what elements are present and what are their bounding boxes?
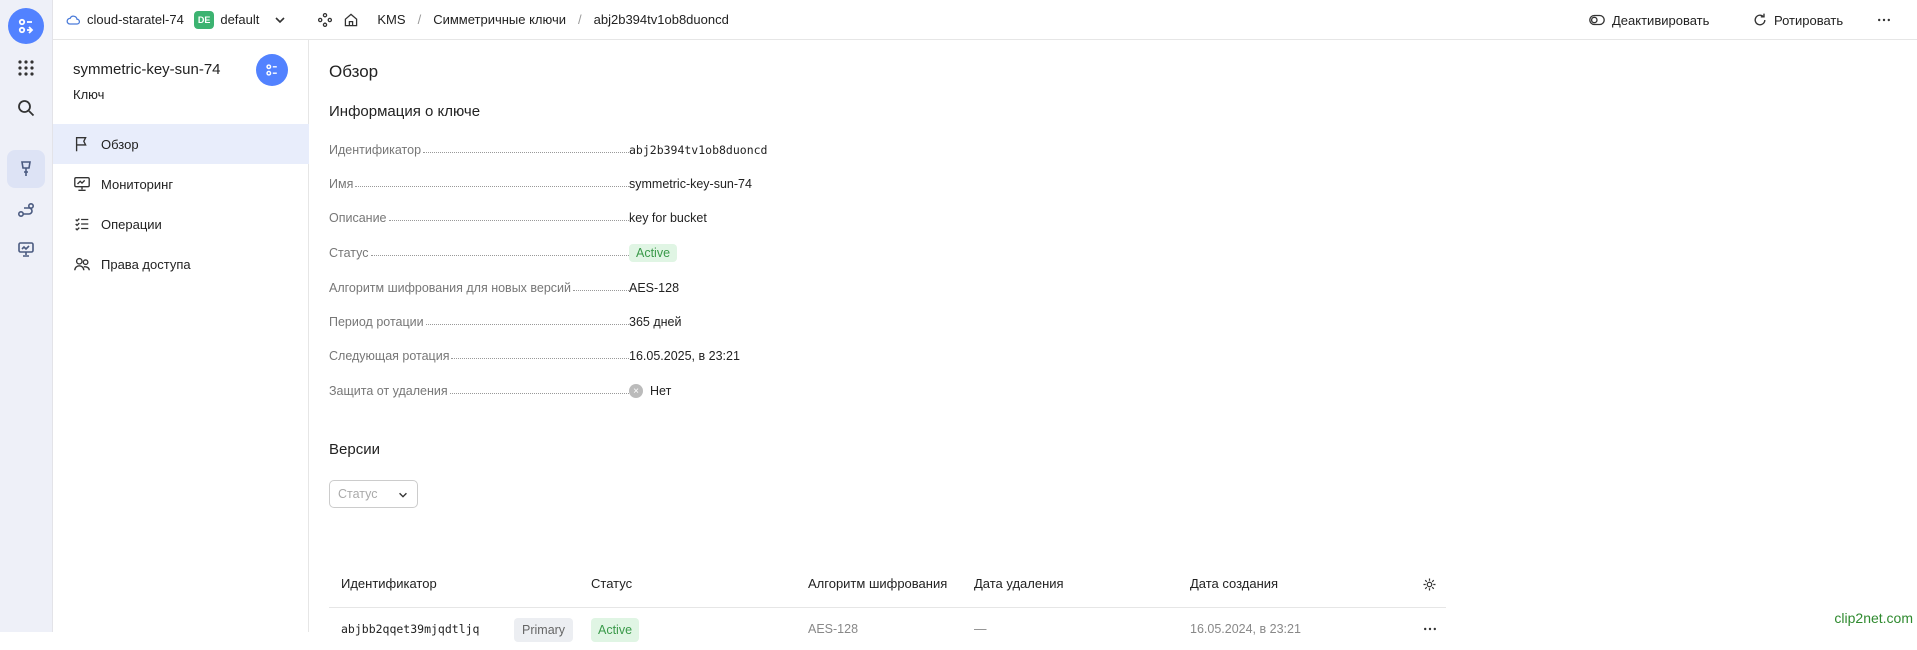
search-icon[interactable]: [7, 89, 45, 127]
monitor-icon: [73, 175, 91, 193]
monitoring-icon[interactable]: [7, 230, 45, 268]
info-row-name: Имя symmetric-key-sun-74: [329, 174, 889, 194]
col-status[interactable]: Статус: [591, 560, 632, 608]
flag-icon: [73, 135, 91, 153]
people-icon: [73, 255, 91, 273]
ellipsis-icon: [1422, 622, 1438, 636]
toggle-icon: [1588, 11, 1606, 29]
algorithm-value: AES-128: [629, 281, 679, 295]
key-description-value: key for bucket: [629, 211, 707, 225]
info-row-next-rotation: Следующая ротация 16.05.2025, в 23:21: [329, 346, 889, 366]
chevron-down-icon: [273, 13, 287, 27]
cloud-name: cloud-staratel-74: [87, 12, 184, 27]
deletion-protection-value: Нет: [650, 384, 671, 398]
info-row-deletion-protection: Защита от удаления × Нет: [329, 381, 889, 401]
chevron-down-icon: [397, 489, 409, 501]
info-section-title: Информация о ключе: [329, 103, 480, 120]
ellipsis-icon: [1876, 12, 1892, 28]
cloud-selector[interactable]: cloud-staratel-74 DE default: [65, 11, 287, 29]
services-grid-icon[interactable]: [7, 49, 45, 87]
version-id[interactable]: abjbb2qqet39mjqdtljq: [341, 608, 479, 650]
list-check-icon: [73, 215, 91, 233]
key-id-value[interactable]: abj2b394tv1ob8duoncd: [629, 143, 767, 157]
info-row-id: Идентификатор abj2b394tv1ob8duoncd: [329, 140, 889, 160]
primary-tag: Primary: [514, 618, 573, 642]
info-row-description: Описание key for bucket: [329, 208, 889, 228]
cloud-icon: [65, 12, 81, 28]
table-row[interactable]: abjbb2qqet39mjqdtljq Primary Active AES-…: [329, 608, 1446, 650]
col-deleted[interactable]: Дата удаления: [974, 560, 1064, 608]
key-service-icon[interactable]: [7, 150, 45, 188]
rotation-period-value: 365 дней: [629, 315, 681, 329]
sidebar-item-overview[interactable]: Обзор: [53, 124, 309, 164]
routes-icon[interactable]: [7, 191, 45, 229]
main-content: Обзор Информация о ключе Идентификатор a…: [310, 40, 1917, 632]
service-switch-button[interactable]: [256, 54, 288, 86]
sidebar: symmetric-key-sun-74 Ключ Обзор Монитори…: [53, 40, 309, 632]
status-filter-select[interactable]: Статус: [329, 480, 418, 508]
breadcrumb-key-id: abj2b394tv1ob8duoncd: [594, 12, 729, 27]
diagram-icon[interactable]: [317, 12, 333, 28]
top-bar: cloud-staratel-74 DE default KMS / Симме…: [53, 0, 1917, 40]
version-algorithm: AES-128: [808, 608, 858, 650]
breadcrumb-kms[interactable]: KMS: [377, 12, 405, 27]
folder-badge: DE: [194, 11, 215, 29]
col-id[interactable]: Идентификатор: [341, 560, 437, 608]
breadcrumb-symmetric-keys[interactable]: Симметричные ключи: [433, 12, 566, 27]
breadcrumb: KMS / Симметричные ключи / abj2b394tv1ob…: [377, 12, 728, 27]
yc-logo-icon[interactable]: [8, 8, 44, 44]
col-algorithm[interactable]: Алгоритм шифрования: [808, 560, 947, 608]
close-circle-icon: ×: [629, 384, 643, 398]
status-badge: Active: [629, 244, 677, 262]
sidebar-item-monitoring[interactable]: Мониторинг: [53, 164, 309, 204]
version-created: 16.05.2024, в 23:21: [1190, 608, 1301, 650]
sidebar-item-access[interactable]: Права доступа: [53, 244, 309, 284]
sidebar-item-operations[interactable]: Операции: [53, 204, 309, 244]
sidebar-title: symmetric-key-sun-74: [73, 61, 221, 78]
versions-section-title: Версии: [329, 441, 380, 458]
info-row-algorithm: Алгоритм шифрования для новых версий AES…: [329, 278, 889, 298]
deactivate-button[interactable]: Деактивировать: [1588, 0, 1709, 40]
more-actions-button[interactable]: [1876, 0, 1898, 40]
switch-icon: [264, 62, 280, 78]
rotate-button[interactable]: Ротировать: [1752, 0, 1843, 40]
watermark: clip2net.com: [1834, 610, 1913, 626]
key-name-value: symmetric-key-sun-74: [629, 177, 752, 191]
table-settings-icon[interactable]: [1422, 577, 1437, 595]
col-created[interactable]: Дата создания: [1190, 560, 1278, 608]
versions-table-header: Идентификатор Статус Алгоритм шифрования…: [329, 560, 1446, 608]
service-rail: [0, 0, 53, 632]
sidebar-subtitle: Ключ: [73, 87, 104, 102]
version-deleted: —: [974, 608, 987, 650]
info-row-status: Статус Active: [329, 243, 889, 263]
row-actions-button[interactable]: [1422, 622, 1438, 639]
version-status-badge: Active: [591, 618, 639, 642]
rotate-icon: [1752, 12, 1768, 28]
home-icon[interactable]: [343, 12, 359, 28]
folder-name: default: [220, 12, 259, 27]
next-rotation-value: 16.05.2025, в 23:21: [629, 349, 740, 363]
page-title: Обзор: [329, 62, 378, 82]
info-row-rotation-period: Период ротации 365 дней: [329, 312, 889, 332]
